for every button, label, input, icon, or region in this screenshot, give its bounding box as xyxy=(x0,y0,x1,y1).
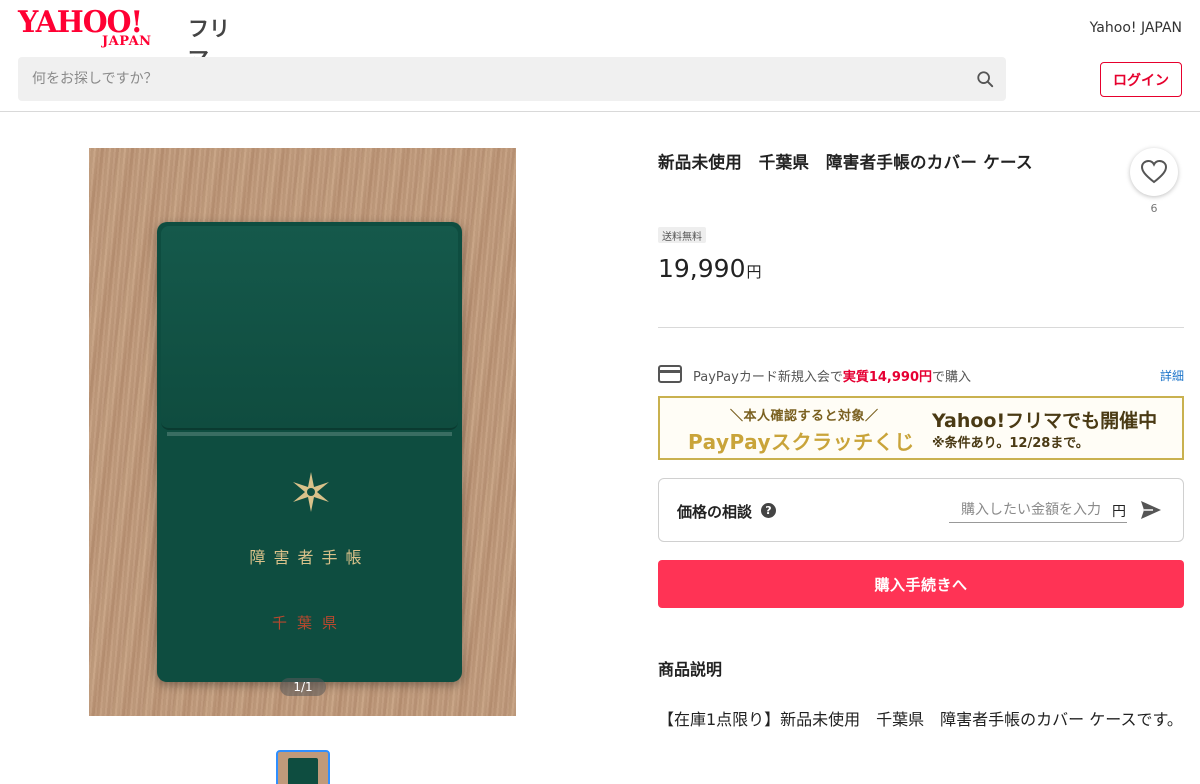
shipping-badge: 送料無料 xyxy=(658,227,706,243)
purchase-button[interactable]: 購入手続きへ xyxy=(658,560,1184,608)
price-negotiation-box: 価格の相談 ? 円 xyxy=(658,478,1184,542)
negotiation-label: 価格の相談 xyxy=(677,503,753,521)
send-icon[interactable] xyxy=(1139,499,1163,521)
description-heading: 商品説明 xyxy=(658,660,723,679)
booklet-title: 障害者手帳 xyxy=(249,548,370,567)
banner-subline: ＼本人確認すると対象／ xyxy=(730,409,879,424)
price: 19,990円 xyxy=(658,254,762,283)
login-button[interactable]: ログイン xyxy=(1100,62,1182,97)
offer-text-suffix: で購入 xyxy=(932,370,972,385)
offer-price-input[interactable] xyxy=(949,497,1127,523)
price-value: 19,990 xyxy=(658,254,746,283)
price-unit: 円 xyxy=(746,263,762,281)
banner-main-text: PayPayスクラッチくじ xyxy=(688,430,915,454)
thumbnail-1[interactable] xyxy=(276,750,330,784)
paypay-scratch-banner[interactable]: ＼本人確認すると対象／ PayPayスクラッチくじ Yahoo!フリマでも開催中… xyxy=(658,396,1184,460)
offer-detail-link[interactable]: 詳細 xyxy=(1160,367,1184,384)
offer-text-prefix: PayPayカード新規入会で xyxy=(693,370,843,385)
search-bar xyxy=(18,57,1006,101)
header: YAHOO! JAPAN フリマ Yahoo! JAPAN ログイン xyxy=(0,0,1200,112)
description-body: 【在庫1点限り】新品未使用 千葉県 障害者手帳のカバー ケースです。 xyxy=(658,710,1183,729)
booklet-cover: 障害者手帳 千葉県 xyxy=(157,222,462,682)
yahoo-japan-link[interactable]: Yahoo! JAPAN xyxy=(1090,20,1182,36)
like-count: 6 xyxy=(1150,202,1158,215)
yahoo-furima-logo[interactable]: YAHOO! JAPAN フリマ xyxy=(18,6,238,72)
offer-highlight: 実質14,990円 xyxy=(842,370,933,385)
offer-unit: 円 xyxy=(1112,504,1126,520)
divider xyxy=(658,327,1184,328)
booklet-flap xyxy=(161,226,458,430)
credit-card-icon xyxy=(658,365,682,383)
like-button[interactable] xyxy=(1130,148,1178,196)
product-image[interactable]: 障害者手帳 千葉県 1/1 xyxy=(89,148,516,716)
search-input[interactable] xyxy=(18,57,958,101)
help-icon[interactable]: ? xyxy=(761,503,776,518)
banner-right-title: Yahoo!フリマでも開催中 xyxy=(932,410,1158,432)
item-title: 新品未使用 千葉県 障害者手帳のカバー ケース xyxy=(658,153,1033,172)
paypay-card-offer: PayPayカード新規入会で実質14,990円で購入 詳細 xyxy=(658,362,1184,386)
prefecture-emblem-icon xyxy=(293,472,329,512)
logo-japan-text: JAPAN xyxy=(102,34,152,49)
booklet-prefecture: 千葉県 xyxy=(271,614,347,632)
search-icon[interactable] xyxy=(976,70,994,88)
heart-icon xyxy=(1141,160,1167,184)
banner-right-note: ※条件あり。12/28まで。 xyxy=(932,436,1089,451)
thumbnail-booklet xyxy=(288,758,318,784)
paypay-offer-text: PayPayカード新規入会で実質14,990円で購入 xyxy=(693,366,971,385)
booklet-fold xyxy=(167,432,452,436)
image-counter: 1/1 xyxy=(280,678,326,696)
